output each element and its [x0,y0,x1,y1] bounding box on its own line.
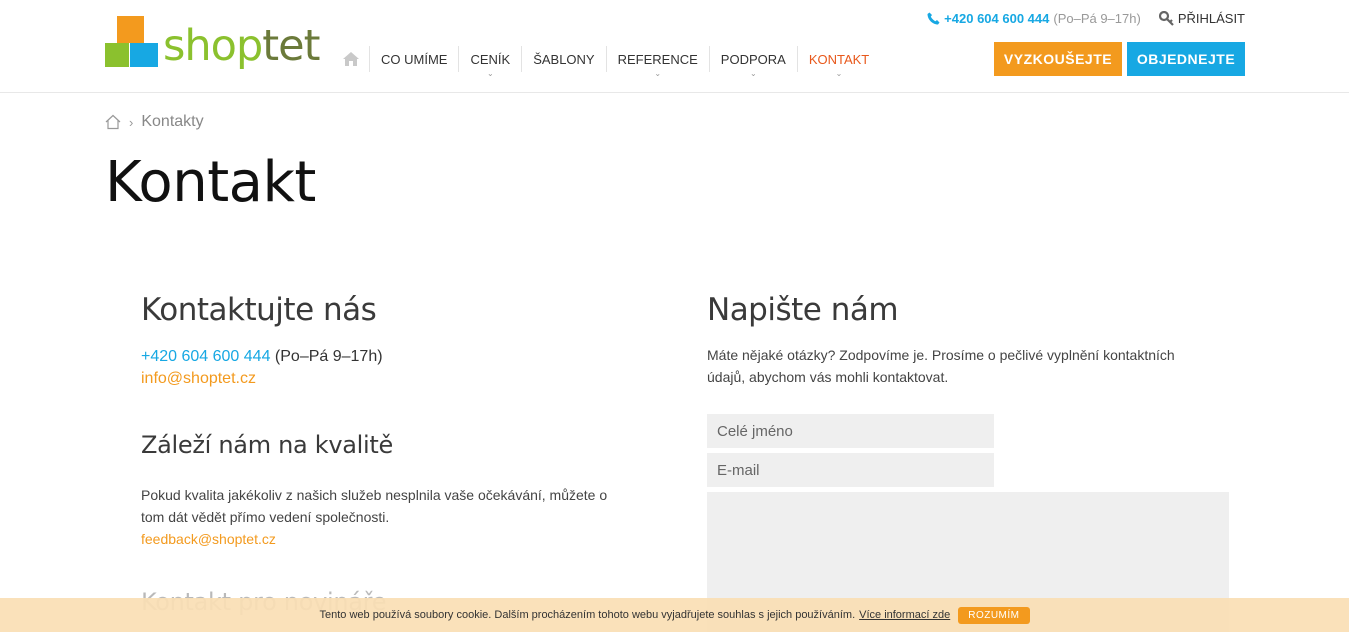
main-nav: CO UMÍME CENÍK ⌄ ŠABLONY REFERENCE ⌄ PODPO… [333,46,880,78]
chevron-down-icon: ⌄ [749,69,757,78]
chevron-down-icon: ⌄ [835,69,843,78]
logo-square-orange [117,16,144,43]
email-field[interactable]: E-mail [707,453,994,487]
breadcrumb-separator: › [129,114,134,130]
contact-details: +420 604 600 444 (Po–Pá 9–17h) info@shop… [141,346,383,390]
chevron-down-icon: ⌄ [486,69,494,78]
top-contact-bar: +420 604 600 444 (Po–Pá 9–17h) PŘIHLÁSIT [927,11,1245,26]
login-link[interactable]: PŘIHLÁSIT [1158,11,1245,26]
contact-us-heading: Kontaktujte nás [141,292,377,328]
full-name-field[interactable]: Celé jméno [707,414,994,448]
feedback-email-link[interactable]: feedback@shoptet.cz [141,528,607,550]
nav-cenik[interactable]: CENÍK ⌄ [458,46,521,78]
breadcrumb-current: Kontakty [141,113,204,130]
site-header: shoptet CO UMÍME CENÍK ⌄ ŠABLONY REFERENC… [0,0,1349,93]
cookie-bar: Tento web používá soubory cookie. Dalším… [0,598,1349,632]
logo-square-green [105,43,129,67]
header-phone-link[interactable]: +420 604 600 444 [944,11,1049,26]
breadcrumb: › Kontakty [105,113,204,131]
nav-podpora[interactable]: PODPORA ⌄ [708,46,797,78]
write-us-heading: Napište nám [707,292,899,328]
home-icon[interactable] [105,114,121,130]
cookie-more-link[interactable]: Více informací zde [859,609,950,621]
contact-hours: (Po–Pá 9–17h) [274,348,383,365]
cookie-text: Tento web používá soubory cookie. Dalším… [319,609,856,621]
quality-heading: Záleží nám na kvalitě [141,431,393,459]
page-title: Kontakt [105,150,316,215]
nav-co-umime[interactable]: CO UMÍME [369,46,458,72]
nav-sablony[interactable]: ŠABLONY [521,46,605,72]
contact-email-link[interactable]: info@shoptet.cz [141,370,256,387]
try-button[interactable]: VYZKOUŠEJTE [994,42,1122,76]
nav-kontakt[interactable]: KONTAKT ⌄ [796,46,880,78]
nav-home[interactable] [333,46,369,72]
header-hours: (Po–Pá 9–17h) [1053,11,1141,26]
chevron-down-icon: ⌄ [654,69,662,78]
shoptet-logo[interactable]: shoptet [105,16,320,78]
order-button[interactable]: OBJEDNEJTE [1127,42,1245,76]
logo-square-blue [130,43,158,67]
key-icon [1158,11,1174,26]
contact-phone-link[interactable]: +420 604 600 444 [141,348,270,365]
cookie-agree-button[interactable]: ROZUMÍM [958,606,1030,624]
logo-wordmark: shoptet [163,21,320,71]
quality-text: Pokud kvalita jakékoliv z našich služeb … [141,484,607,550]
home-icon [343,52,359,66]
form-intro: Máte nějaké otázky? Zodpovíme je. Prosím… [707,347,1175,385]
phone-icon [927,12,940,25]
nav-reference[interactable]: REFERENCE ⌄ [605,46,709,78]
